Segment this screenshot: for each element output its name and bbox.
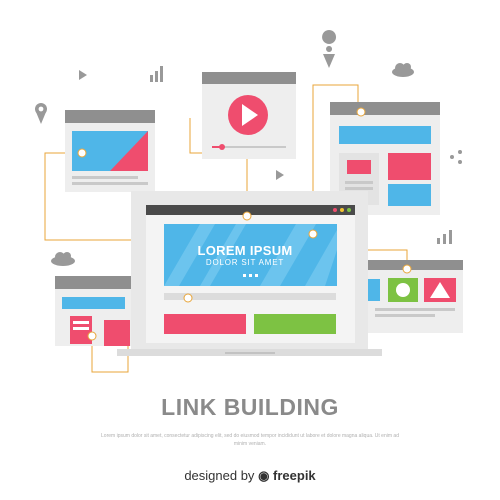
credit-line: designed by ◉ freepik — [0, 468, 500, 484]
hero-title: LOREM IPSUM — [197, 243, 293, 258]
laptop-base — [117, 349, 382, 356]
hero-subtitle: DOLOR SIT AMET — [205, 258, 285, 267]
card-image-top-left — [65, 110, 155, 192]
bar-chart-icon-right — [437, 230, 452, 244]
play-icon-small — [79, 70, 87, 80]
play-icon-mid — [276, 170, 284, 180]
description-text: Lorem ipsum dolor sit amet, consectetur … — [101, 433, 399, 447]
card-shapes-right — [368, 260, 463, 333]
location-pin-icon — [322, 30, 337, 68]
share-icon — [450, 150, 462, 164]
cloud-icon-left — [51, 252, 75, 266]
bar-chart-icon — [150, 66, 163, 82]
cloud-icon — [392, 63, 414, 77]
credit-prefix: designed by — [184, 468, 255, 483]
laptop-screen — [131, 191, 368, 349]
page-title: LINK BUILDING — [161, 394, 339, 420]
location-pin-icon-left — [35, 103, 47, 124]
freepik-logo-icon: ◉ — [258, 468, 270, 483]
card-video — [202, 72, 296, 159]
card-form-bottom-left — [55, 276, 132, 346]
credit-brand: freepik — [273, 468, 316, 483]
